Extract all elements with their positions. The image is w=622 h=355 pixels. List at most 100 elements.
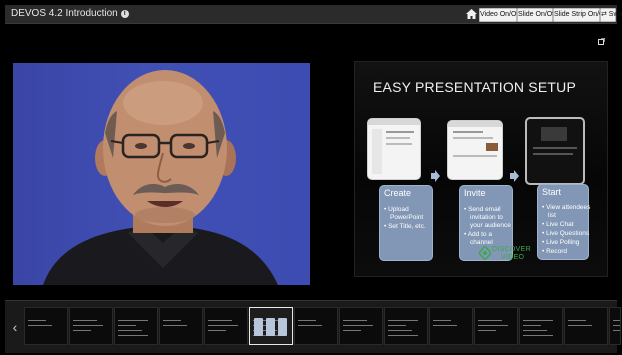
slide-thumbnail[interactable] [339,307,383,345]
start-screenshot [525,117,585,185]
thumbnail-text-line [73,325,103,326]
thumbnail-text-line [478,330,496,331]
slide-toggle-button[interactable]: Slide On/Off [517,8,556,22]
thumbnail-text-line [163,320,181,321]
panel-item: list [548,212,556,219]
thumbnail-text-line [118,335,148,336]
thumbnail-text-line [523,335,553,336]
discover-video-logo-icon [479,246,491,260]
thumbnail-text-line [433,320,451,321]
panel-item: • Record [542,248,568,255]
slide-thumbnail[interactable] [609,307,621,345]
swap-button[interactable]: ⇄ Swap [600,8,622,22]
thumbnail-text-line [28,320,46,321]
panel-item: channel [470,239,493,246]
info-icon[interactable]: i [120,10,129,18]
expand-icon[interactable] [598,38,605,45]
panel-item: • Live Polling [542,239,580,246]
slide-thumbnail[interactable] [159,307,203,345]
app-window: DEVOS 4.2 Introduction i Video On/Off Sli… [0,0,622,355]
slide-strip: ‹ [5,300,621,353]
arrow-right-icon [431,170,440,182]
thumbnail-text-line [568,320,586,321]
panel-item: PowerPoint [390,214,424,221]
thumbnail-text-line [118,330,142,331]
thumbnail-panel [266,318,275,336]
thumbnail-text-line [298,320,316,321]
thumbnail-text-line [433,325,457,326]
panel-title: Invite [464,188,486,198]
slide-thumbnail[interactable] [114,307,158,345]
thumbnail-panel [278,318,287,336]
panel-item: invitation to [470,214,503,221]
slide-thumbnail[interactable] [69,307,113,345]
slide-thumbnail[interactable] [474,307,518,345]
slide-strip-toggle-button[interactable]: Slide Strip On/Off [553,8,608,22]
thumbnail-text-line [343,320,367,321]
thumbnail-text-line [613,325,620,326]
panel-item: • Add to a [464,231,492,238]
thumbnail-text-line [568,325,592,326]
panel-title: Start [542,187,562,197]
thumbnail-text-line [208,320,232,321]
panel-item: • Live Chat [542,221,574,228]
thumbnail-text-line [523,325,541,326]
thumbnail-text-line [478,320,502,321]
thumbnail-text-line [613,330,620,331]
invite-screenshot [447,120,503,180]
thumbnail-text-line [343,325,373,326]
panel-item: your audience [470,222,511,229]
page-title: DEVOS 4.2 Introduction i [11,8,129,19]
presenter-figure [43,70,278,285]
thumbnail-text-line [613,320,620,321]
video-toggle-button[interactable]: Video On/Off [479,8,520,22]
thumbnail-text-line [298,325,322,326]
thumbnail-text-line [73,320,97,321]
discover-video-logo: DISCOVER VIDEO [492,246,531,262]
slide-thumbnail[interactable] [429,307,473,345]
slide-thumbnail[interactable] [519,307,563,345]
start-panel: Start • View attendees list • Live Chat … [537,184,591,260]
logo-line-2: VIDEO [501,254,525,261]
panel-item: • Live Questions [542,230,590,237]
home-icon[interactable] [466,9,477,19]
panel-item: • Send email [464,206,501,213]
panel-title: Create [384,188,412,198]
panel-item: • Upload [384,206,409,213]
create-panel: Create • Upload PowerPoint • Set Title, … [379,185,433,261]
thumbnail-text-line [343,330,361,331]
presentation-slide[interactable]: EASY PRESENTATION SETUP Create • Upload … [354,61,608,277]
panel-item: • View attendees [542,204,591,211]
top-toolbar: DEVOS 4.2 Introduction i Video On/Off Sli… [5,5,622,24]
slide-title: EASY PRESENTATION SETUP [373,79,576,95]
thumbnail-text-line [388,320,418,321]
slide-thumbnail[interactable] [564,307,608,345]
arrow-right-icon [510,170,519,182]
thumbnail-text-line [388,325,406,326]
thumbnail-text-line [388,335,418,336]
slide-thumbnail[interactable] [384,307,428,345]
presentation-stage: EASY PRESENTATION SETUP Create • Upload … [5,24,617,296]
thumbnail-text-line [73,330,91,331]
thumbnail-text-line [523,320,553,321]
thumbnail-text-line [478,325,508,326]
title-text: DEVOS 4.2 Introduction [11,8,118,19]
thumbnail-text-line [523,330,547,331]
thumbnail-text-line [118,320,148,321]
thumbnail-text-line [118,325,136,326]
thumbnail-text-line [388,330,412,331]
slide-thumbnail[interactable] [24,307,68,345]
slide-thumbnail[interactable] [204,307,248,345]
slide-thumbnail[interactable] [249,307,293,345]
thumbnail-text-line [163,325,187,326]
presenter-video[interactable] [13,63,310,285]
thumbnail-panel [254,318,263,336]
upload-screenshot [367,118,421,180]
thumbnail-text-line [208,325,238,326]
panel-item: • Set Title, etc. [384,223,426,230]
logo-line-1: DISCOVER [492,246,531,253]
chevron-left-icon[interactable]: ‹ [9,318,21,336]
thumbnail-text-line [208,330,226,331]
thumbnail-text-line [28,325,52,326]
slide-thumbnail[interactable] [294,307,338,345]
